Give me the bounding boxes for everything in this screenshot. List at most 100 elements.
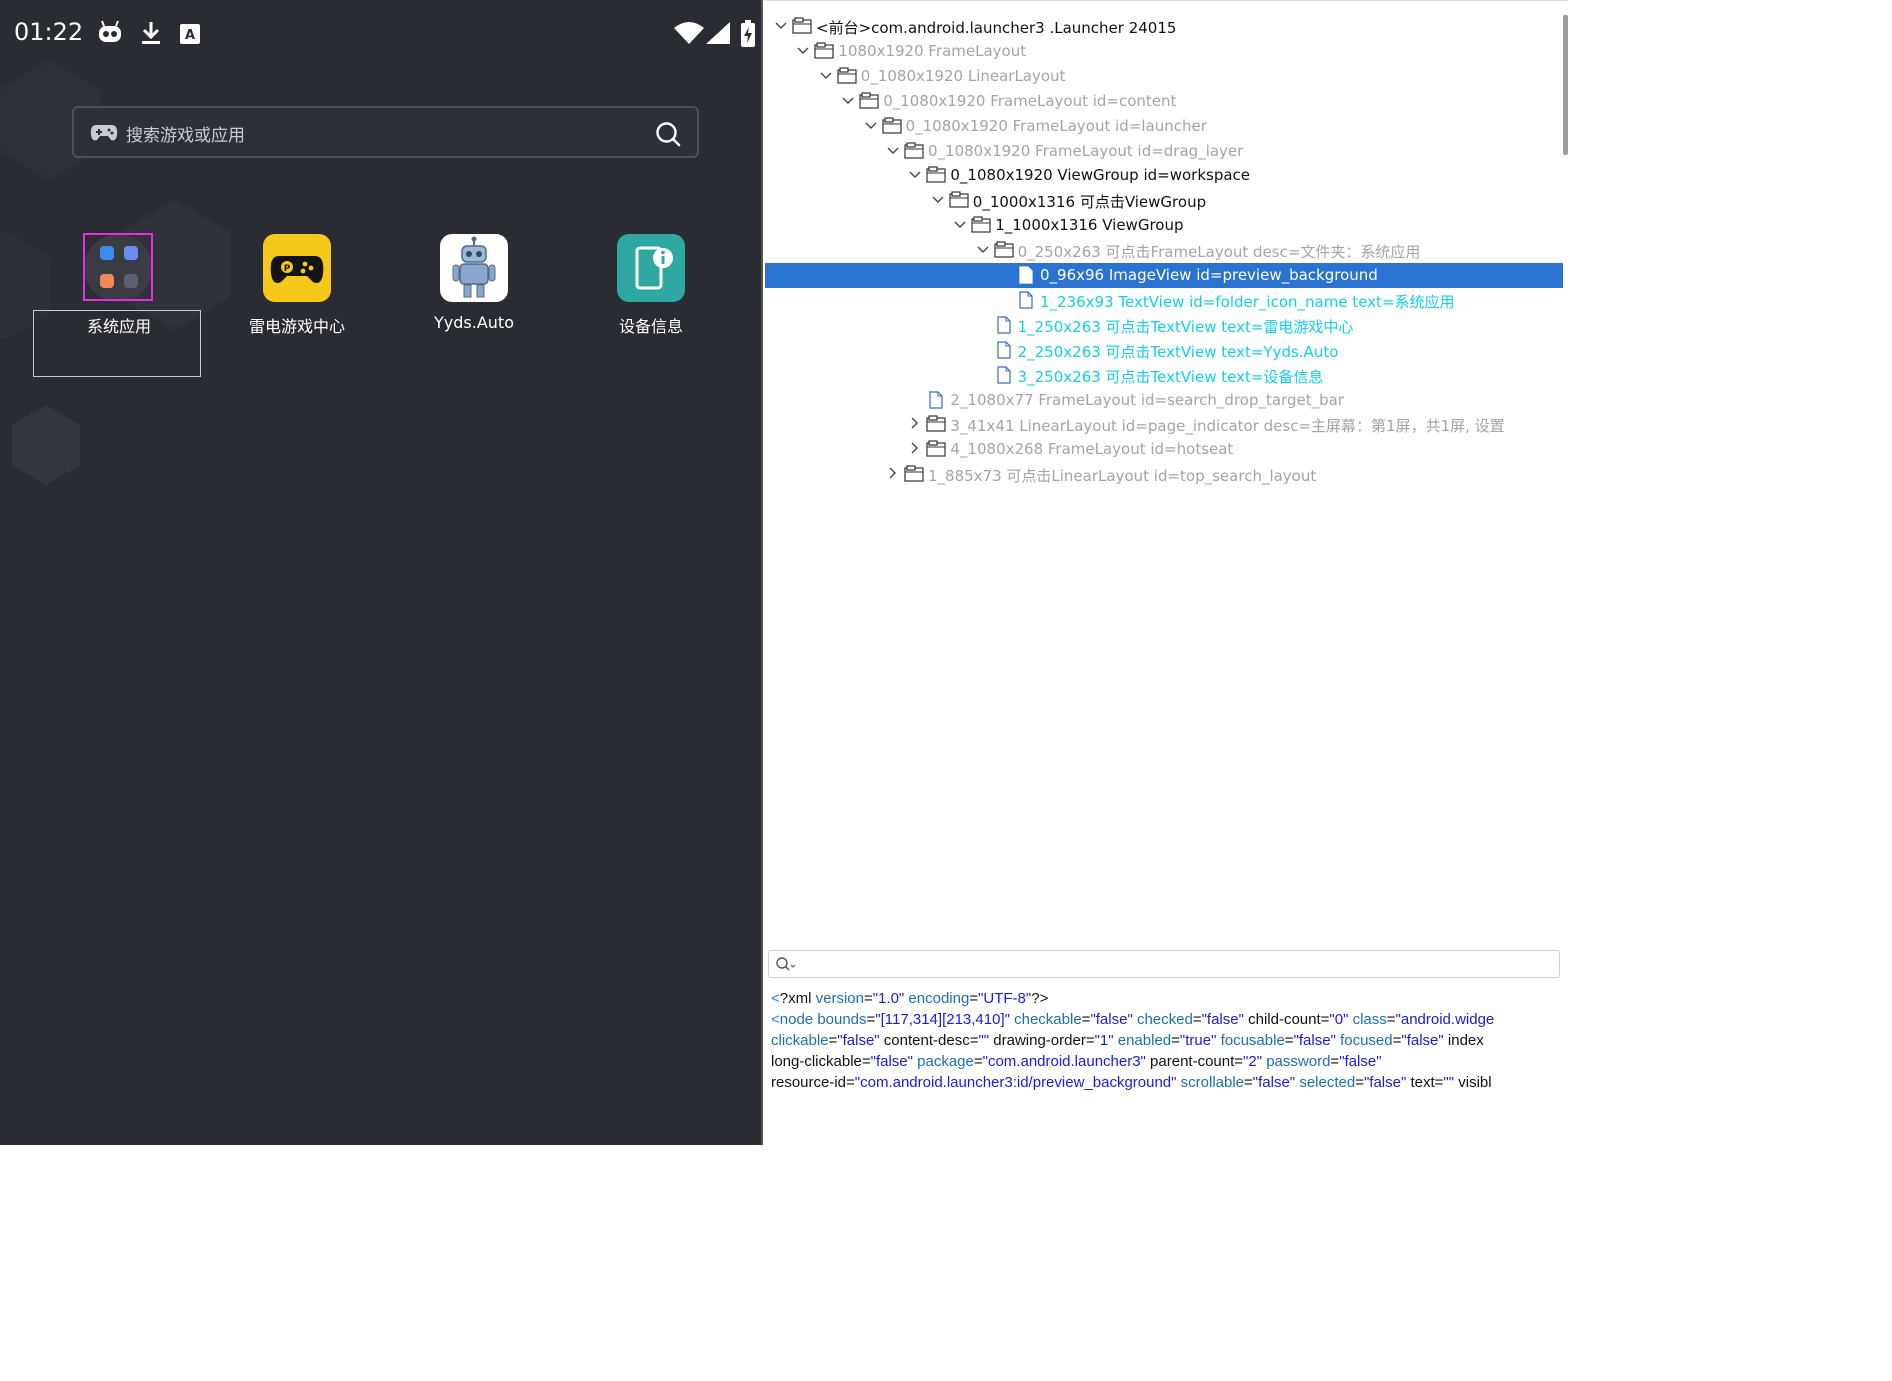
tree-node[interactable]: 0_1080x1920 FrameLayout id=launcher bbox=[765, 114, 1563, 139]
phone-screen: 01:22 A 搜索游戏或应用 系统应用 P 雷电游戏中心 Yyds.Auto … bbox=[0, 0, 763, 1145]
xml-token: index bbox=[1443, 1032, 1484, 1049]
tree-node[interactable]: 4_1080x268 FrameLayout id=hotseat bbox=[765, 437, 1563, 462]
chevron-down-icon[interactable] bbox=[865, 116, 877, 136]
xml-token: = bbox=[1330, 1053, 1340, 1070]
tree-node[interactable]: 1_250x263 可点击TextView text=雷电游戏中心 bbox=[765, 313, 1563, 338]
gamepad-icon: P bbox=[263, 234, 331, 302]
folder-node-icon bbox=[859, 92, 879, 109]
xml-token: checkable bbox=[1014, 1011, 1082, 1028]
chevron-down-icon[interactable] bbox=[775, 16, 787, 36]
tree-node-label: 4_1080x268 FrameLayout id=hotseat bbox=[950, 440, 1234, 459]
hover-bounds-box bbox=[33, 310, 201, 377]
xml-token: "false" bbox=[837, 1032, 880, 1049]
tree-node-label: 0_1000x1316 可点击ViewGroup bbox=[972, 193, 1207, 212]
tree-node[interactable]: 0_1080x1920 LinearLayout bbox=[765, 64, 1563, 89]
tree-node[interactable]: 0_1080x1920 ViewGroup id=workspace bbox=[765, 163, 1563, 188]
folder-node-icon bbox=[904, 141, 924, 159]
xml-token: ?> bbox=[1031, 990, 1049, 1007]
xml-line: long-clickable="false" package="com.andr… bbox=[771, 1053, 1382, 1070]
chevron-down-icon[interactable] bbox=[842, 91, 854, 111]
chevron-down-icon[interactable] bbox=[909, 165, 921, 185]
tree-node[interactable]: 0_1000x1316 可点击ViewGroup bbox=[765, 188, 1563, 213]
search-bar[interactable]: 搜索游戏或应用 bbox=[72, 106, 699, 158]
gamepad-icon bbox=[90, 125, 118, 141]
tree-node-label: 0_1080x1920 ViewGroup id=workspace bbox=[950, 166, 1251, 185]
tree-node[interactable]: 2_1080x77 FrameLayout id=search_drop_tar… bbox=[765, 388, 1563, 413]
file-node-icon bbox=[929, 390, 943, 409]
xml-token: drawing-order= bbox=[989, 1032, 1095, 1049]
device-info-glyph bbox=[635, 246, 673, 290]
xml-token: "" bbox=[978, 1032, 990, 1049]
tree-node[interactable]: 1_885x73 可点击LinearLayout id=top_search_l… bbox=[765, 462, 1563, 487]
tree-node[interactable]: <前台>com.android.launcher3 .Launcher 2401… bbox=[765, 14, 1563, 39]
xml-token: child-count= bbox=[1243, 1011, 1330, 1028]
search-icon[interactable] bbox=[655, 121, 681, 147]
xml-token: = bbox=[1355, 1074, 1364, 1091]
xml-token: resource-id= bbox=[771, 1074, 855, 1091]
tree-node-label: 3_250x263 可点击TextView text=设备信息 bbox=[1017, 367, 1324, 386]
tree-node[interactable]: 0_1080x1920 FrameLayout id=drag_layer bbox=[765, 139, 1563, 164]
xml-token: text= bbox=[1406, 1074, 1444, 1091]
xml-token: = bbox=[863, 990, 873, 1007]
tree-node[interactable]: 0_250x263 可点击FrameLayout desc=文件夹：系统应用 bbox=[765, 238, 1563, 263]
chevron-right-icon[interactable] bbox=[909, 439, 921, 459]
background-hexagon-3 bbox=[12, 405, 80, 485]
xml-line: <?xml version="1.0" encoding="UTF-8"?> bbox=[771, 990, 1048, 1007]
bot-icon bbox=[99, 20, 121, 42]
tree-node[interactable]: 1_1000x1316 ViewGroup bbox=[765, 213, 1563, 238]
folder-node-icon bbox=[926, 415, 946, 432]
xml-token: = bbox=[969, 990, 979, 1007]
xml-token: "false" bbox=[1252, 1074, 1296, 1091]
tree-filter-input[interactable] bbox=[768, 950, 1560, 978]
file-node-icon bbox=[996, 316, 1011, 334]
xml-token: long-clickable= bbox=[771, 1053, 871, 1070]
xml-line: resource-id="com.android.launcher3:id/pr… bbox=[771, 1074, 1492, 1091]
xml-token: = bbox=[1171, 1032, 1180, 1049]
tree-node-label: 1_885x73 可点击LinearLayout id=top_search_l… bbox=[928, 467, 1317, 486]
ui-hierarchy-tree[interactable]: <前台>com.android.launcher3 .Launcher 2401… bbox=[765, 0, 1568, 945]
xml-token: "android.widge bbox=[1395, 1011, 1495, 1028]
tree-scrollbar[interactable] bbox=[1563, 15, 1568, 155]
xml-line: clickable="false" content-desc="" drawin… bbox=[771, 1032, 1484, 1049]
gamepad-glyph: P bbox=[270, 256, 324, 283]
folder-node-icon bbox=[971, 216, 991, 233]
xml-token: "false" bbox=[870, 1053, 913, 1070]
xml-token: scrollable bbox=[1180, 1074, 1245, 1091]
tree-node-label: 3_41x41 LinearLayout id=page_indicator d… bbox=[950, 417, 1505, 436]
xml-token: = bbox=[828, 1032, 838, 1049]
xml-token: bounds bbox=[817, 1011, 867, 1028]
tree-node-label: 0_1080x1920 FrameLayout id=content bbox=[883, 91, 1177, 110]
tree-node[interactable]: 3_250x263 可点击TextView text=设备信息 bbox=[765, 363, 1563, 388]
tree-node[interactable]: 0_96x96 ImageView id=preview_background bbox=[765, 263, 1563, 288]
chevron-down-icon[interactable] bbox=[797, 41, 809, 61]
xml-token: selected bbox=[1299, 1074, 1356, 1091]
xml-token: "2" bbox=[1243, 1053, 1263, 1070]
tree-node[interactable]: 1_236x93 TextView id=folder_icon_name te… bbox=[765, 288, 1563, 313]
chevron-down-icon[interactable] bbox=[977, 240, 989, 260]
chevron-down-icon[interactable] bbox=[932, 190, 944, 210]
chevron-down-icon[interactable] bbox=[887, 141, 899, 161]
chevron-down-icon[interactable] bbox=[820, 66, 832, 86]
folder-node-icon bbox=[792, 17, 812, 34]
xml-token: version bbox=[815, 990, 864, 1007]
xml-token: = bbox=[1192, 1011, 1202, 1028]
tree-node[interactable]: 2_250x263 可点击TextView text=Yyds.Auto bbox=[765, 338, 1563, 363]
node-xml-detail[interactable]: <?xml version="1.0" encoding="UTF-8"?> <n… bbox=[765, 986, 1568, 1145]
folder-node-icon bbox=[904, 465, 924, 482]
folder-node-icon bbox=[949, 191, 969, 208]
tree-node[interactable]: 1080x1920 FrameLayout bbox=[765, 39, 1563, 64]
xml-token: = bbox=[973, 1053, 983, 1070]
robot-glyph bbox=[452, 236, 496, 298]
tree-node[interactable]: 3_41x41 LinearLayout id=page_indicator d… bbox=[765, 412, 1563, 437]
folder-node-icon bbox=[926, 440, 946, 457]
tree-node[interactable]: 0_1080x1920 FrameLayout id=content bbox=[765, 89, 1563, 114]
chevron-down-icon[interactable] bbox=[954, 215, 966, 235]
filter-text-field[interactable] bbox=[799, 954, 1549, 974]
xml-token: "0" bbox=[1329, 1011, 1349, 1028]
chevron-right-icon[interactable] bbox=[887, 464, 899, 484]
tree-node-label: 1_1000x1316 ViewGroup bbox=[995, 216, 1184, 235]
xml-token: "" bbox=[1443, 1074, 1455, 1091]
chevron-right-icon[interactable] bbox=[909, 414, 921, 434]
tree-node-label: 0_1080x1920 FrameLayout id=drag_layer bbox=[928, 141, 1244, 160]
battery-charging-icon bbox=[741, 20, 755, 47]
